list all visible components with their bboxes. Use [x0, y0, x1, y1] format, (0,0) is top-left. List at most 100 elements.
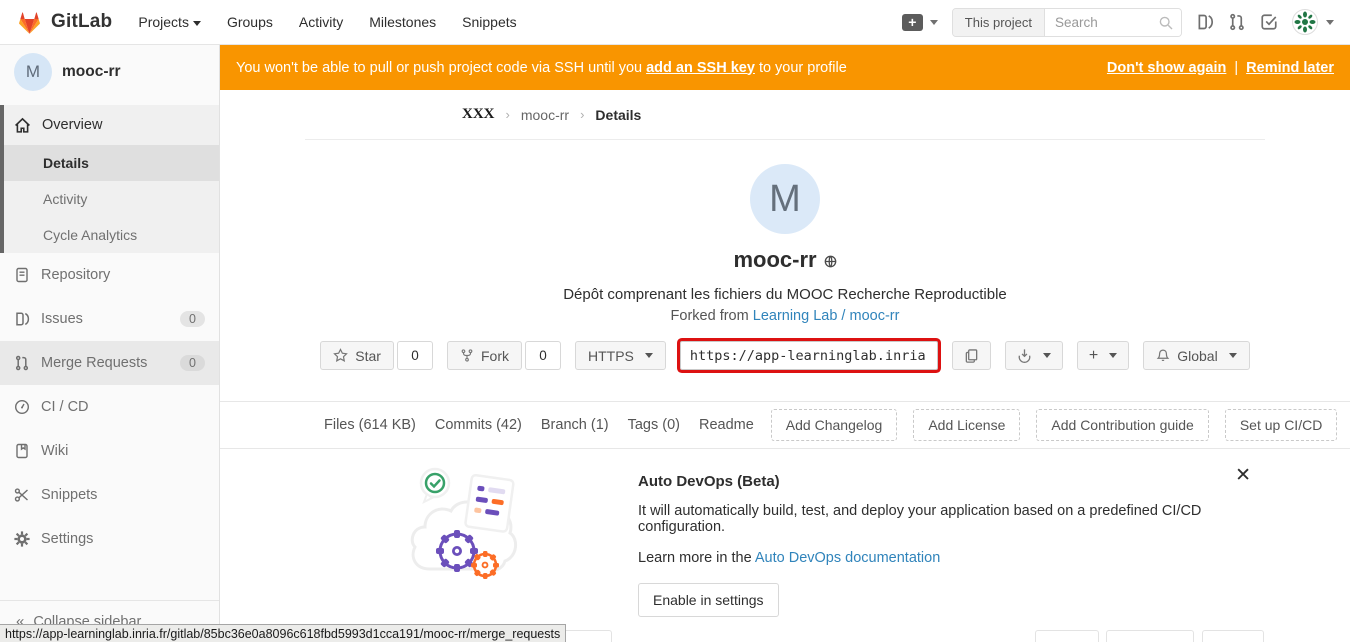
sidebar-item-ci-cd[interactable]: CI / CD [0, 385, 219, 429]
autodevops-callout: Auto DevOps (Beta) It will automatically… [305, 449, 1265, 617]
project-actions: Star 0 Fork 0 HTTPS [220, 341, 1350, 370]
add-contribution-guide-button[interactable]: Add Contribution guide [1036, 409, 1208, 441]
clone-protocol-dropdown[interactable]: HTTPS [575, 341, 666, 370]
user-menu[interactable] [1292, 9, 1334, 35]
merge-requests-dashboard-icon[interactable] [1228, 13, 1246, 31]
sidebar-item-label: Settings [41, 531, 93, 547]
topnav-projects[interactable]: Projects [138, 14, 201, 30]
partial-button[interactable] [1106, 630, 1194, 642]
star-button[interactable]: Star [320, 341, 394, 370]
sidebar-item-wiki[interactable]: Wiki [0, 429, 219, 473]
topnav-activity[interactable]: Activity [299, 14, 343, 30]
remind-later-link[interactable]: Remind later [1246, 60, 1334, 76]
project-description: Dépôt comprenant les fichiers du MOOC Re… [220, 286, 1350, 303]
sidebar-item-snippets[interactable]: Snippets [0, 473, 219, 517]
commits-link[interactable]: Commits (42) [435, 417, 522, 433]
topnav-milestones[interactable]: Milestones [369, 14, 436, 30]
gauge-icon [14, 399, 30, 415]
merge-request-icon [14, 355, 30, 371]
autodevops-illustration [405, 461, 525, 617]
chevron-down-icon [930, 20, 938, 25]
breadcrumb-group[interactable]: XXX [462, 106, 495, 123]
sidebar-item-label: Issues [41, 311, 83, 327]
enable-in-settings-button[interactable]: Enable in settings [638, 583, 779, 617]
copy-url-button[interactable] [952, 341, 991, 370]
chevron-down-icon [1109, 353, 1117, 358]
issues-count-badge: 0 [180, 311, 205, 327]
sidebar-item-settings[interactable]: Settings [0, 517, 219, 561]
project-stats-bar: Files (614 KB) Commits (42) Branch (1) T… [220, 401, 1350, 449]
fork-button[interactable]: Fork [447, 341, 522, 370]
plus-icon: + [902, 14, 923, 31]
setup-cicd-button[interactable]: Set up CI/CD [1225, 409, 1337, 441]
sidebar-item-label: CI / CD [41, 399, 89, 415]
close-icon[interactable]: ✕ [1235, 469, 1251, 482]
files-link[interactable]: Files (614 KB) [324, 417, 416, 433]
clipboard-icon [964, 348, 979, 364]
sidebar-item-details[interactable]: Details [0, 145, 219, 181]
topnav-snippets[interactable]: Snippets [462, 14, 516, 30]
partial-button[interactable] [1035, 630, 1099, 642]
readme-link[interactable]: Readme [699, 417, 754, 433]
notifications-dropdown[interactable]: Global [1143, 341, 1249, 370]
search-group: This project [952, 8, 1182, 37]
clone-url-input[interactable] [680, 341, 938, 370]
sidebar-item-label: Wiki [41, 443, 68, 459]
breadcrumb-separator: › [580, 107, 584, 122]
top-navbar: GitLab Projects Groups Activity Mileston… [0, 0, 1350, 45]
breadcrumb-project[interactable]: mooc-rr [521, 107, 569, 123]
add-ssh-key-link[interactable]: add an SSH key [646, 60, 755, 76]
breadcrumb: XXX › mooc-rr › Details [305, 90, 1265, 140]
banner-actions: Don't show again | Remind later [1107, 60, 1334, 76]
sidebar-project-header[interactable]: M mooc-rr [0, 45, 219, 99]
dont-show-again-link[interactable]: Don't show again [1107, 60, 1226, 76]
merge-requests-count-badge: 0 [180, 355, 205, 371]
sidebar-item-overview[interactable]: Overview [0, 105, 219, 145]
sidebar-item-label: Repository [41, 267, 110, 283]
project-avatar: M [750, 164, 820, 234]
autodevops-content: Auto DevOps (Beta) It will automatically… [638, 461, 1265, 617]
autodevops-learn-line: Learn more in the Auto DevOps documentat… [638, 550, 1265, 566]
new-item-dropdown[interactable]: + [1077, 341, 1129, 370]
home-icon [14, 117, 31, 134]
sidebar-item-label: Merge Requests [41, 355, 147, 371]
status-bar-url: https://app-learninglab.inria.fr/gitlab/… [5, 627, 560, 641]
project-title: mooc-rr [733, 247, 816, 273]
new-menu-button[interactable]: + [902, 14, 938, 31]
issues-dashboard-icon[interactable] [1196, 13, 1214, 31]
topnav-groups[interactable]: Groups [227, 14, 273, 30]
chevron-down-icon [1229, 353, 1237, 358]
sidebar-project-avatar: M [14, 53, 52, 91]
download-dropdown[interactable] [1005, 341, 1063, 370]
topnav-right: + This project [902, 8, 1334, 37]
forked-from-link[interactable]: Learning Lab / mooc-rr [753, 308, 900, 324]
gitlab-logo[interactable]: GitLab [16, 9, 112, 36]
gear-icon [14, 531, 30, 547]
document-icon [14, 267, 30, 283]
user-avatar [1292, 9, 1318, 35]
sidebar-overview-group: Overview Details Activity Cycle Analytic… [0, 105, 219, 253]
star-count[interactable]: 0 [397, 341, 433, 370]
topnav-links: Projects Groups Activity Milestones Snip… [138, 14, 516, 30]
tags-link[interactable]: Tags (0) [628, 417, 680, 433]
fork-count[interactable]: 0 [525, 341, 561, 370]
sidebar-item-merge-requests[interactable]: Merge Requests 0 [0, 341, 219, 385]
bell-icon [1156, 348, 1170, 363]
forked-from-line: Forked from Learning Lab / mooc-rr [220, 308, 1350, 324]
add-changelog-button[interactable]: Add Changelog [771, 409, 898, 441]
stats-links: Files (614 KB) Commits (42) Branch (1) T… [324, 417, 754, 433]
partial-button[interactable] [1202, 630, 1264, 642]
autodevops-docs-link[interactable]: Auto DevOps documentation [755, 550, 940, 566]
sidebar-item-repository[interactable]: Repository [0, 253, 219, 297]
search-box [1045, 9, 1181, 36]
sidebar-item-issues[interactable]: Issues 0 [0, 297, 219, 341]
sidebar-item-activity[interactable]: Activity [0, 181, 219, 217]
issues-icon [14, 311, 30, 327]
add-license-button[interactable]: Add License [913, 409, 1020, 441]
scissors-icon [14, 487, 30, 503]
sidebar-item-cycle-analytics[interactable]: Cycle Analytics [0, 217, 219, 253]
todos-icon[interactable] [1260, 13, 1278, 31]
branch-link[interactable]: Branch (1) [541, 417, 609, 433]
chevron-down-icon [645, 353, 653, 358]
gitlab-tanuki-icon [16, 9, 43, 36]
